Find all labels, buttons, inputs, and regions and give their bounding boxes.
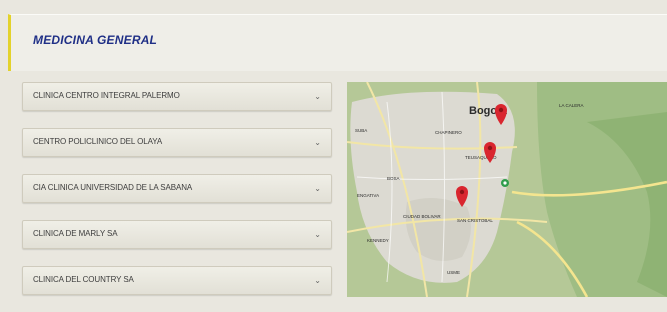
chevron-down-icon: ⌄: [314, 92, 321, 101]
map-place-label: CHAPINERO: [435, 130, 462, 135]
map-place-label: SAN CRISTOBAL: [457, 218, 493, 223]
clinic-dropdown-label: CLINICA CENTRO INTEGRAL PALERMO: [33, 91, 180, 100]
map-place-label: CIUDAD BOLIVAR: [403, 214, 441, 219]
section-header: MEDICINA GENERAL: [8, 14, 667, 71]
map-place-label: KENNEDY: [367, 238, 389, 243]
chevron-down-icon: ⌄: [314, 276, 321, 285]
map-place-label: ENGATIVA: [357, 193, 379, 198]
chevron-down-icon: ⌄: [314, 138, 321, 147]
map-place-label: LA CALERA: [559, 103, 584, 108]
map-canvas[interactable]: Bogotá CHAPINERO TEUSAQUILLO BOSA CIUDAD…: [347, 82, 667, 297]
map-place-label: BOSA: [387, 176, 400, 181]
clinic-dropdown-4[interactable]: CLINICA DE MARLY SA ⌄: [22, 220, 332, 249]
page: MEDICINA GENERAL CLINICA CENTRO INTEGRAL…: [0, 0, 667, 297]
map-place-label: SUBA: [355, 128, 367, 133]
clinic-dropdown-label: CIA CLINICA UNIVERSIDAD DE LA SABANA: [33, 183, 193, 192]
chevron-down-icon: ⌄: [314, 230, 321, 239]
clinic-dropdown-label: CENTRO POLICLINICO DEL OLAYA: [33, 137, 163, 146]
clinic-dropdown-1[interactable]: CLINICA CENTRO INTEGRAL PALERMO ⌄: [22, 82, 332, 111]
section-title: MEDICINA GENERAL: [33, 33, 158, 47]
clinic-dropdown-label: CLINICA DE MARLY SA: [33, 229, 118, 238]
clinic-dropdown-5[interactable]: CLINICA DEL COUNTRY SA ⌄: [22, 266, 332, 295]
clinic-list: CLINICA CENTRO INTEGRAL PALERMO ⌄ CENTRO…: [22, 82, 332, 312]
map[interactable]: Bogotá CHAPINERO TEUSAQUILLO BOSA CIUDAD…: [347, 82, 667, 297]
park-poi-icon[interactable]: [501, 179, 509, 187]
map-place-label: USME: [447, 270, 460, 275]
chevron-down-icon: ⌄: [314, 184, 321, 193]
clinic-dropdown-label: CLINICA DEL COUNTRY SA: [33, 275, 134, 284]
clinic-dropdown-3[interactable]: CIA CLINICA UNIVERSIDAD DE LA SABANA ⌄: [22, 174, 332, 203]
clinic-dropdown-2[interactable]: CENTRO POLICLINICO DEL OLAYA ⌄: [22, 128, 332, 157]
